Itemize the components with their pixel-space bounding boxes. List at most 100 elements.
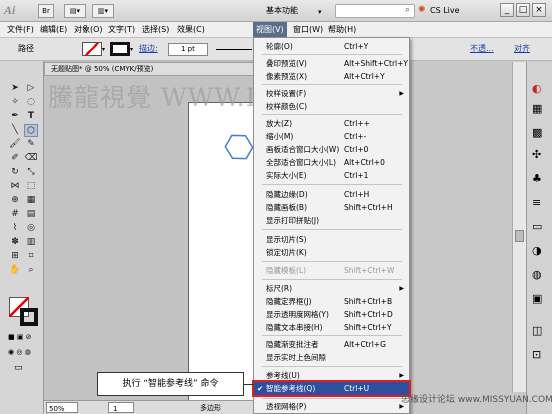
close-button[interactable]: × — [532, 3, 546, 17]
menu-item-overprint-preview[interactable]: 叠印预览(V) Alt+Shift+Ctrl+Y — [254, 57, 409, 70]
magic-wand-tool-icon[interactable]: ✧ — [8, 96, 22, 109]
menu-view[interactable]: 视图(V) — [253, 22, 287, 38]
menu-item-pixel-preview[interactable]: 像素预览(X) Alt+Ctrl+Y — [254, 70, 409, 83]
menu-item-proof-colors[interactable]: 校样颜色(C) — [254, 100, 409, 113]
minimize-button[interactable]: _ — [500, 3, 514, 17]
menu-item-perspective-grid[interactable]: 透视网格(P) ▶ — [254, 400, 409, 413]
document-tab[interactable]: 无题贴图* @ 50% (CMYK/预览) — [44, 62, 254, 76]
menu-item-proof-setup[interactable]: 校样设置(F) ▶ — [254, 87, 409, 100]
perspective-grid-tool-icon[interactable]: ▦ — [24, 194, 38, 207]
menu-item-hide-artboards[interactable]: 隐藏画板(B) Shift+Ctrl+H — [254, 201, 409, 214]
pen-tool-icon[interactable]: ✒ — [8, 110, 22, 123]
scrollbar-thumb[interactable] — [515, 230, 524, 242]
artboard-tool-icon[interactable]: ⊞ — [8, 250, 22, 263]
column-graph-tool-icon[interactable]: ▥ — [24, 236, 38, 249]
cs-live-button[interactable]: CS Live — [430, 4, 460, 18]
menu-item-rulers[interactable]: 标尺(R) ▶ — [254, 282, 409, 295]
menu-help[interactable]: 帮助(H) — [325, 22, 359, 38]
slice-tool-icon[interactable]: ⌗ — [24, 250, 38, 263]
swatches-panel-icon[interactable]: ▩ — [532, 126, 542, 139]
stroke-label-link[interactable]: 描边: — [139, 44, 158, 54]
selection-tool-icon[interactable]: ➤ — [8, 82, 22, 95]
symbols-panel-icon[interactable]: ♣ — [532, 172, 542, 185]
menu-item-hide-gradient-annotator[interactable]: 隐藏渐变批注者 Alt+Ctrl+G — [254, 338, 409, 351]
rotate-tool-icon[interactable]: ↻ — [8, 166, 22, 179]
menu-item-hide-edges[interactable]: 隐藏边缘(D) Ctrl+H — [254, 188, 409, 201]
menu-item-smart-guides[interactable]: ✔ 智能参考线(Q) Ctrl+U — [252, 380, 411, 397]
brushes-panel-icon[interactable]: ✣ — [532, 148, 541, 161]
appearance-panel-icon[interactable]: ◍ — [532, 268, 542, 281]
gradient-panel-icon[interactable]: ▭ — [532, 220, 542, 233]
fill-swatch[interactable] — [82, 42, 102, 56]
menu-effect[interactable]: 效果(C) — [174, 22, 208, 38]
maximize-button[interactable]: □ — [516, 3, 530, 17]
layout-dropdown-button[interactable]: ▥▾ — [92, 4, 114, 18]
shape-builder-tool-icon[interactable]: ⊕ — [8, 194, 22, 207]
menu-type[interactable]: 文字(T) — [105, 22, 138, 38]
menu-item-guides[interactable]: 参考线(U) ▶ — [254, 369, 409, 382]
type-tool-icon[interactable]: T — [24, 110, 38, 123]
line-tool-icon[interactable]: ╲ — [8, 124, 22, 137]
color-panel-icon[interactable]: ◐ — [532, 82, 542, 95]
menu-item-show-live-paint-gaps[interactable]: 显示实时上色间隙 — [254, 351, 409, 364]
selected-hexagon-shape[interactable] — [223, 131, 255, 163]
menu-item-outline[interactable]: 轮廓(O) Ctrl+Y — [254, 40, 409, 53]
menu-item-lock-slices[interactable]: 锁定切片(K) — [254, 246, 409, 259]
lasso-tool-icon[interactable]: ◌ — [24, 96, 38, 109]
align-link[interactable]: 对齐 — [514, 44, 530, 54]
menu-item-show-slices[interactable]: 显示切片(S) — [254, 233, 409, 246]
layers-panel-icon[interactable]: ◫ — [532, 324, 542, 337]
color-guide-icon[interactable]: ▦ — [532, 102, 542, 115]
stroke-weight-field[interactable]: 1 pt — [168, 43, 208, 56]
menu-item-hide-text-threads[interactable]: 隐藏文本串接(H) Shift+Ctrl+Y — [254, 321, 409, 334]
polygon-tool-icon[interactable]: ⬡ — [24, 124, 38, 137]
menu-item-hide-bounding-box[interactable]: 隐藏定界框(J) Shift+Ctrl+B — [254, 295, 409, 308]
workspace-chevron-icon[interactable]: ▾ — [318, 8, 322, 16]
menu-edit[interactable]: 编辑(E) — [37, 22, 70, 38]
vertical-scrollbar[interactable] — [512, 62, 526, 392]
menu-item-show-print-tiling[interactable]: 显示打印拼贴(J) — [254, 214, 409, 227]
fill-chevron-icon[interactable]: ▾ — [102, 46, 105, 53]
screen-mode-icon[interactable]: ▭ — [14, 363, 23, 373]
search-help-input[interactable] — [335, 4, 415, 18]
menu-item-fit-artboard[interactable]: 画板适合窗口大小(W) Ctrl+0 — [254, 143, 409, 156]
stroke-swatch[interactable] — [110, 42, 130, 56]
menu-item-zoom-out[interactable]: 缩小(M) Ctrl+- — [254, 130, 409, 143]
hand-tool-icon[interactable]: ✋ — [8, 264, 22, 277]
menu-file[interactable]: 文件(F) — [4, 22, 37, 38]
transparency-panel-icon[interactable]: ◑ — [532, 244, 542, 257]
menu-item-fit-all[interactable]: 全部适合窗口大小(L) Alt+Ctrl+0 — [254, 156, 409, 169]
artboards-panel-icon[interactable]: ⊡ — [532, 348, 541, 361]
free-transform-tool-icon[interactable]: ⬚ — [24, 180, 38, 193]
pencil-tool-icon[interactable]: ✎ — [24, 138, 38, 151]
stroke-color-box[interactable] — [20, 308, 38, 326]
menu-select[interactable]: 选择(S) — [139, 22, 172, 38]
stroke-chevron-icon[interactable]: ▾ — [130, 46, 133, 53]
blend-tool-icon[interactable]: ◎ — [24, 222, 38, 235]
menu-item-zoom-in[interactable]: 放大(Z) Ctrl++ — [254, 117, 409, 130]
zoom-field[interactable]: 50% — [46, 402, 78, 413]
stroke-panel-icon[interactable]: ≡ — [532, 196, 541, 209]
scale-tool-icon[interactable]: ⤡ — [24, 166, 38, 179]
mesh-tool-icon[interactable]: # — [8, 208, 22, 221]
menu-object[interactable]: 对象(O) — [71, 22, 106, 38]
menu-window[interactable]: 窗口(W) — [290, 22, 326, 38]
symbol-sprayer-tool-icon[interactable]: ✽ — [8, 236, 22, 249]
blob-brush-tool-icon[interactable]: ✐ — [8, 152, 22, 165]
width-tool-icon[interactable]: ⋈ — [8, 180, 22, 193]
graphic-styles-panel-icon[interactable]: ▣ — [532, 292, 542, 305]
draw-mode-icons[interactable]: ◉ ◎ ◍ — [8, 348, 38, 358]
workspace-switcher[interactable]: 基本功能 — [266, 4, 316, 18]
eyedropper-tool-icon[interactable]: ⌇ — [8, 222, 22, 235]
eraser-tool-icon[interactable]: ⌫ — [24, 152, 38, 165]
opacity-link[interactable]: 不透... — [470, 44, 494, 54]
gradient-tool-icon[interactable]: ▤ — [24, 208, 38, 221]
color-mode-icons[interactable]: ■ ▣ ⊘ — [8, 333, 38, 343]
arrange-documents-button[interactable]: ▤▾ — [64, 4, 86, 18]
artboard[interactable] — [188, 102, 254, 402]
paintbrush-tool-icon[interactable]: 🖌 — [8, 138, 22, 151]
page-field[interactable]: 1 — [108, 402, 134, 413]
stroke-profile-line[interactable] — [216, 49, 252, 50]
direct-selection-tool-icon[interactable]: ▷ — [24, 82, 38, 95]
menu-item-show-transparency-grid[interactable]: 显示透明度网格(Y) Shift+Ctrl+D — [254, 308, 409, 321]
